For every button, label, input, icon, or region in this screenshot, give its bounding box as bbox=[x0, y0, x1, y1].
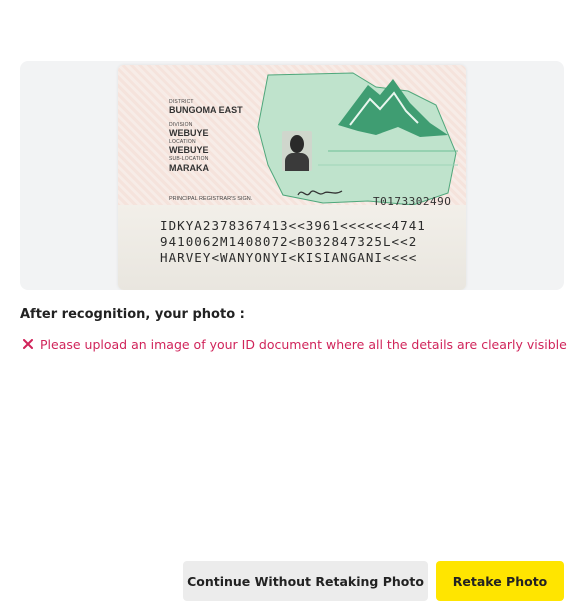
division-value: WEBUYE bbox=[169, 128, 209, 138]
mrz-line-2: 9410062M1408072<B032847325L<<2 bbox=[160, 234, 418, 249]
retake-photo-button[interactable]: Retake Photo bbox=[436, 561, 564, 601]
error-message-row: Please upload an image of your ID docume… bbox=[20, 335, 567, 353]
error-message: Please upload an image of your ID docume… bbox=[40, 336, 567, 352]
signature-label: PRINCIPAL REGISTRAR'S SIGN. bbox=[169, 196, 253, 202]
continue-without-retaking-button[interactable]: Continue Without Retaking Photo bbox=[183, 561, 428, 601]
district-value: BUNGOMA EAST bbox=[169, 105, 243, 115]
sublocation-label: SUB-LOCATION bbox=[169, 156, 209, 162]
id-card-image: DISTRICT BUNGOMA EAST DIVISION WEBUYE LO… bbox=[118, 65, 466, 290]
sublocation-value: MARAKA bbox=[169, 163, 209, 173]
close-icon bbox=[20, 336, 36, 352]
location-value: WEBUYE bbox=[169, 145, 209, 155]
photo-preview: DISTRICT BUNGOMA EAST DIVISION WEBUYE LO… bbox=[20, 61, 564, 290]
portrait-photo bbox=[282, 131, 312, 171]
recognition-heading: After recognition, your photo : bbox=[20, 307, 245, 322]
mrz-line-3: HARVEY<WANYONYI<KISIANGANI<<<< bbox=[160, 250, 418, 265]
registrar-signature bbox=[297, 190, 343, 196]
mrz-line-1: IDKYA2378367413<<3961<<<<<<4741 bbox=[160, 218, 426, 233]
